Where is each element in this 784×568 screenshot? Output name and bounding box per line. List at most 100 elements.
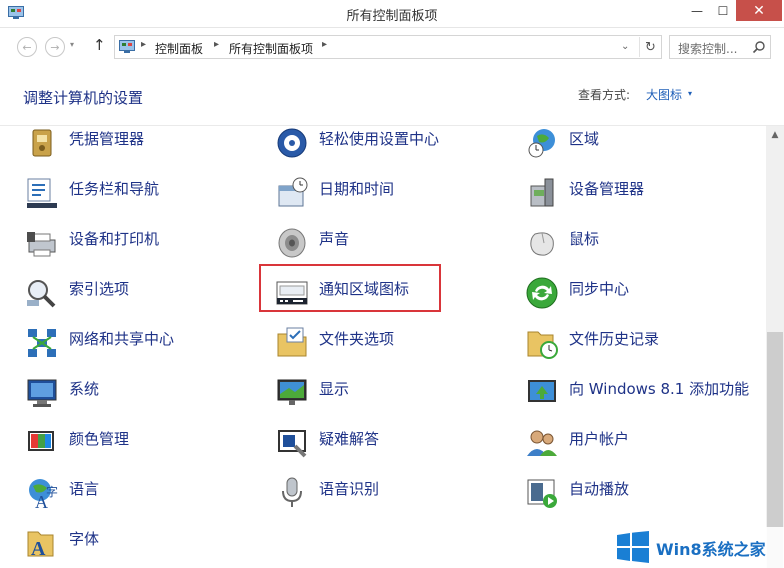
speech-recognition-icon [282, 477, 302, 507]
control-panel-item[interactable]: 系统 [25, 376, 270, 416]
devices-printers-icon [27, 232, 56, 257]
breadcrumb-control-panel[interactable]: 控制面板 [155, 40, 203, 57]
control-panel-item-label: 语言 [69, 480, 100, 498]
control-panel-items: 凭据管理器 轻松使用设置中心 区域任务栏和导航 日期和时间 设备管理器设备和打印机 声音 鼠… [0, 126, 766, 568]
date-time-icon [278, 177, 308, 207]
language-icon: A字 [29, 479, 58, 510]
control-panel-item-label: 字体 [69, 530, 100, 548]
add-features-icon [528, 380, 556, 402]
control-panel-item-label: 用户帐户 [569, 430, 630, 448]
control-panel-item[interactable]: 日期和时间 [275, 176, 520, 216]
control-panel-item[interactable]: 自动播放 [525, 476, 766, 516]
back-button[interactable]: ← [17, 37, 37, 57]
control-panel-item[interactable]: 用户帐户 [525, 426, 766, 466]
maximize-button[interactable]: ☐ [710, 0, 736, 21]
close-button[interactable]: ✕ [736, 0, 782, 21]
control-panel-item[interactable]: 索引选项 [25, 276, 270, 316]
color-management-icon [28, 431, 54, 451]
view-by-selector[interactable]: 大图标 [646, 86, 682, 103]
sound-icon [278, 228, 306, 258]
search-input[interactable]: 搜索控制... [678, 40, 737, 57]
autoplay-icon [527, 479, 557, 508]
control-panel-item[interactable]: 向 Windows 8.1 添加功能 [525, 376, 766, 416]
system-icon [27, 379, 57, 407]
page-title: 调整计算机的设置 [23, 89, 144, 107]
address-dropdown[interactable]: ⌄ [621, 41, 629, 52]
control-panel-item[interactable]: 疑难解答 [275, 426, 520, 466]
highlight-box [259, 264, 441, 312]
mouse-icon [530, 232, 554, 256]
control-panel-item-label: 文件历史记录 [569, 330, 660, 348]
control-panel-item[interactable]: 凭据管理器 [25, 126, 270, 166]
up-button[interactable]: ↑ [93, 36, 106, 54]
credential-manager-icon [32, 129, 52, 157]
control-panel-item[interactable]: 区域 [525, 126, 766, 166]
control-panel-item-label: 日期和时间 [319, 180, 395, 198]
control-panel-item-label: 网络和共享中心 [69, 330, 175, 348]
control-panel-item-label: 声音 [319, 230, 350, 248]
control-panel-item-label: 自动播放 [569, 480, 630, 498]
control-panel-item-label: 区域 [569, 130, 600, 148]
control-panel-item[interactable]: 显示 [275, 376, 520, 416]
control-panel-location-icon [119, 40, 135, 53]
control-panel-item-label: 设备管理器 [569, 180, 645, 198]
address-bar[interactable]: ▸ 控制面板 ▸ 所有控制面板项 ▸ ⌄ ↻ [114, 35, 662, 59]
svg-text:字: 字 [46, 484, 58, 499]
control-panel-item-label: 显示 [319, 380, 350, 398]
breadcrumb-separator[interactable]: ▸ [141, 39, 146, 50]
control-panel-item[interactable]: A 字语言 [25, 476, 270, 516]
taskbar-icon [27, 178, 57, 208]
breadcrumb-separator[interactable]: ▸ [214, 39, 219, 50]
forward-button[interactable]: → [45, 37, 65, 57]
control-panel-item[interactable]: 任务栏和导航 [25, 176, 270, 216]
control-panel-item-label: 索引选项 [69, 280, 130, 298]
breadcrumb-all-items[interactable]: 所有控制面板项 [229, 40, 313, 57]
scroll-up-button[interactable]: ▲ [766, 126, 784, 143]
control-panel-item-label: 颜色管理 [69, 430, 130, 448]
control-panel-item[interactable]: 轻松使用设置中心 [275, 126, 520, 166]
control-panel-item-label: 向 Windows 8.1 添加功能 [569, 380, 750, 398]
control-panel-item-label: 轻松使用设置中心 [319, 130, 440, 148]
control-panel-item[interactable]: A 字体 [25, 526, 270, 566]
control-panel-item-label: 设备和打印机 [69, 230, 160, 248]
control-panel-item-label: 凭据管理器 [69, 130, 145, 148]
breadcrumb-separator[interactable]: ▸ [322, 39, 327, 50]
control-panel-item[interactable]: 文件夹选项 [275, 326, 520, 366]
folder-options-icon [277, 327, 307, 357]
svg-text:A: A [31, 538, 46, 560]
display-icon [277, 379, 307, 405]
control-panel-item[interactable]: 文件历史记录 [525, 326, 766, 366]
network-icon [28, 329, 56, 357]
view-by-label: 查看方式: [578, 88, 631, 102]
window-title: 所有控制面板项 [346, 9, 438, 24]
control-panel-item[interactable]: 网络和共享中心 [25, 326, 270, 366]
indexing-icon [27, 280, 56, 308]
control-panel-item[interactable]: 设备和打印机 [25, 226, 270, 266]
minimize-button[interactable]: — [684, 0, 710, 21]
control-panel-item-label: 系统 [69, 380, 100, 398]
search-icon[interactable] [752, 40, 766, 54]
control-panel-item-label: 鼠标 [569, 230, 600, 248]
page-header: 调整计算机的设置 查看方式: 大图标 ▾ [0, 64, 784, 126]
watermark-text: Win8系统之家 [656, 540, 766, 559]
control-panel-item[interactable]: 声音 [275, 226, 520, 266]
fonts-icon: A [27, 531, 54, 560]
view-by-dropdown-icon[interactable]: ▾ [688, 89, 692, 98]
control-panel-item[interactable]: 同步中心 [525, 276, 766, 316]
control-panel-item[interactable]: 设备管理器 [525, 176, 766, 216]
sync-center-icon [526, 277, 558, 309]
navigation-bar: ← → ▾ ↑ ▸ 控制面板 ▸ 所有控制面板项 ▸ ⌄ ↻ 搜索控制... [0, 28, 784, 64]
control-panel-item-label: 文件夹选项 [319, 330, 395, 348]
control-panel-item[interactable]: 颜色管理 [25, 426, 270, 466]
control-panel-item[interactable]: 鼠标 [525, 226, 766, 266]
file-history-icon [527, 331, 558, 359]
control-panel-item-label: 同步中心 [569, 280, 630, 298]
control-panel-item[interactable]: 语音识别 [275, 476, 520, 516]
recent-locations-dropdown[interactable]: ▾ [70, 40, 74, 49]
refresh-button[interactable]: ↻ [639, 37, 661, 57]
region-icon [528, 129, 555, 158]
control-panel-item-label: 任务栏和导航 [69, 180, 160, 198]
windows-logo-icon [617, 531, 649, 563]
search-box[interactable]: 搜索控制... [669, 35, 771, 59]
user-accounts-icon [527, 430, 557, 456]
